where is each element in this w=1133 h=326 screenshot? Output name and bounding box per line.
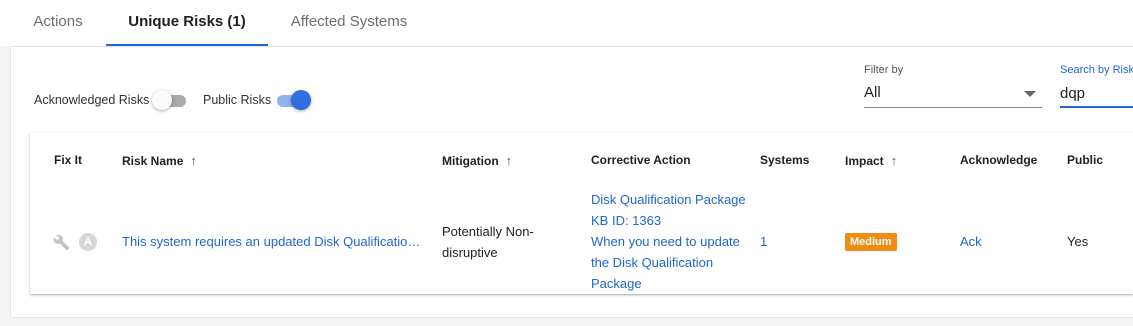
mitigation-line: disruptive [442,245,498,260]
corrective-action-description[interactable]: the Disk Qualification [591,252,746,273]
kb-id-link[interactable]: KB ID: 1363 [591,210,746,231]
column-header-mitigation[interactable]: Mitigation ↑ [442,153,512,168]
column-header-risk-name[interactable]: Risk Name ↑ [122,153,197,168]
column-header-acknowledge: Acknowledge [960,153,1037,167]
header-label: Impact [845,153,884,168]
systems-count-link[interactable]: 1 [760,231,767,252]
corrective-action-cell: Disk Qualification Package KB ID: 1363 W… [591,189,746,294]
acknowledge-link[interactable]: Ack [960,231,982,252]
header-label: Acknowledge [960,153,1038,167]
column-header-fix-it: Fix It [54,153,82,167]
corrective-action-description[interactable]: When you need to update [591,231,746,252]
wrench-icon[interactable] [53,234,70,251]
header-label: Mitigation [442,153,499,168]
header-label: Systems [760,153,810,167]
mitigation-cell: Potentially Non- disruptive [442,221,534,263]
sort-arrow-icon: ↑ [890,153,898,168]
toggle-thumb [291,90,311,110]
search-by-risk-label: Search by Risk [1060,64,1133,76]
filter-by-select[interactable]: All [864,79,1042,108]
public-risks-label: Public Risks [203,93,272,107]
column-header-public: Public [1067,153,1103,167]
acknowledged-risks-toggle[interactable] [152,90,188,110]
filter-by-label: Filter by [864,64,904,76]
mitigation-line: Potentially Non- [442,224,534,239]
header-label: Corrective Action [591,153,691,167]
toggle-thumb [152,90,172,110]
sort-arrow-icon: ↑ [505,153,513,168]
search-input[interactable] [1060,80,1133,108]
column-header-impact[interactable]: Impact ↑ [845,153,897,168]
column-header-systems: Systems [760,153,809,167]
corrective-action-link[interactable]: Disk Qualification Package [591,189,746,210]
automation-badge: A [79,233,97,251]
sort-arrow-icon: ↑ [190,153,197,168]
tab-bar: Actions Unique Risks (1) Affected System… [0,0,1133,46]
header-label: Fix It [54,153,83,167]
tab-affected-systems[interactable]: Affected Systems [280,0,418,44]
chevron-down-icon [1024,91,1036,97]
header-label: Public [1067,153,1104,167]
risk-name-link[interactable]: This system requires an updated Disk Qua… [122,231,420,252]
corrective-action-description[interactable]: Package [591,273,746,294]
column-header-corrective-action: Corrective Action [591,153,691,167]
acknowledged-risks-label: Acknowledged Risks [34,93,150,107]
tab-unique-risks[interactable]: Unique Risks (1) [106,0,268,46]
filter-by-value: All [864,84,881,101]
tab-actions[interactable]: Actions [20,0,96,44]
public-risks-toggle[interactable] [275,90,311,110]
public-value: Yes [1067,234,1089,249]
impact-badge: Medium [845,233,897,251]
header-label: Risk Name [122,153,184,168]
risks-table: Fix It Risk Name ↑ Mitigation ↑ Correcti… [30,133,1133,294]
